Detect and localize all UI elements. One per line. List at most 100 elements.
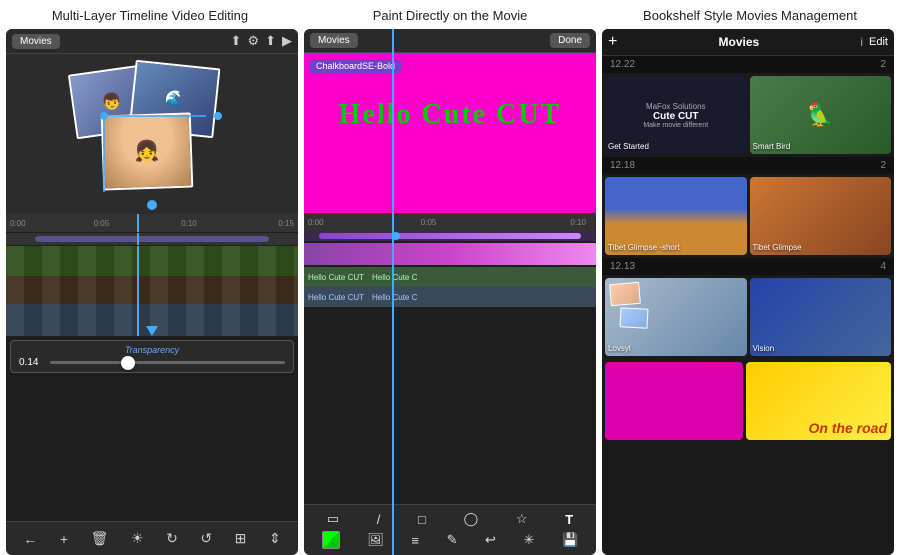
s1-import-icon[interactable]: ⬆ — [231, 33, 242, 49]
track-2-playhead — [137, 276, 139, 304]
add-icon[interactable]: + — [60, 531, 68, 547]
s2-tools-row-2: 🖼 ≡ ✎ ↩ ✳ 💾 — [308, 531, 592, 549]
s2-done-button[interactable]: Done — [550, 33, 590, 48]
transparency-slider[interactable] — [50, 361, 285, 364]
s2-square-icon[interactable]: □ — [418, 512, 426, 527]
s1-settings-icon[interactable]: ⚙ — [247, 33, 259, 49]
s3-date-1222: 12.22 — [610, 59, 635, 70]
s2-color-swatch[interactable] — [322, 531, 340, 549]
s2-text-track-2: Hello Cute CUT Hello Cute C — [304, 287, 596, 307]
s2-topbar: Movies Done — [304, 29, 596, 53]
s3-thumb-vision[interactable]: Vision — [750, 278, 892, 356]
s3-section-1213: 12.13 4 Lovsyl Vision — [602, 258, 894, 359]
s1-play-icon[interactable]: ▶ — [282, 33, 292, 49]
s2-timeline: 0:00 0:05 0:10 Hello Cute CUT — [304, 213, 596, 504]
grid-icon[interactable]: ⊞ — [235, 530, 247, 547]
transparency-label: Transparency — [19, 345, 285, 355]
s2-text-icon[interactable]: T — [565, 512, 573, 527]
s3-add-button[interactable]: + — [608, 33, 617, 51]
s2-photo-icon[interactable]: 🖼 — [367, 532, 384, 548]
s2-scrubber[interactable] — [304, 231, 596, 241]
s1-movies-button[interactable]: Movies — [12, 34, 60, 49]
s1-share-icon[interactable]: ⬆ — [265, 33, 276, 49]
smart-bird-label: Smart Bird — [753, 142, 791, 151]
track-3 — [6, 304, 298, 336]
s3-section-1222: 12.22 2 MaFox Solutions Cute CUT Make mo… — [602, 56, 894, 157]
back-icon[interactable]: ← — [23, 531, 37, 547]
scrubber-range — [35, 236, 269, 242]
photo-3: 👧 — [101, 112, 194, 190]
s2-text-1a: Hello Cute CUT — [308, 273, 364, 282]
screen1-header: Multi-Layer Timeline Video Editing — [0, 8, 300, 23]
s2-sparkle-icon[interactable]: ✳ — [524, 532, 535, 548]
screen1: Movies ⬆ ⚙ ⬆ ▶ 👦 🌊 — [6, 29, 298, 555]
tibet2-label: Tibet Glimpse — [753, 243, 802, 252]
lovsyl-label: Lovsyl — [608, 344, 631, 353]
slider-thumb[interactable] — [121, 356, 135, 370]
s2-text-playhead-2 — [392, 287, 394, 307]
s1-topbar-icons: ⬆ ⚙ ⬆ ▶ — [231, 33, 292, 49]
s2-tick-1: 0:05 — [421, 218, 437, 227]
s3-count-1213: 4 — [880, 261, 886, 272]
ruler-tick-2: 0:10 — [181, 219, 197, 228]
screen3: + Movies i Edit 12.22 2 MaFox Solu — [602, 29, 894, 555]
vision-label: Vision — [753, 344, 775, 353]
transparency-row: 0.14 — [19, 357, 285, 368]
s1-timeline: 0:00 0:05 0:10 0:15 — [6, 214, 298, 521]
screen3-header: Bookshelf Style Movies Management — [600, 8, 900, 23]
s2-save-icon[interactable]: 💾 — [562, 532, 578, 548]
cute-cut-logo: MaFox Solutions Cute CUT Make movie diff… — [643, 102, 708, 129]
s2-oval-icon[interactable]: ◯ — [464, 511, 479, 527]
s3-thumb-lovsyl[interactable]: Lovsyl — [605, 278, 747, 356]
s2-pink-track — [304, 243, 596, 265]
s3-count-1222: 2 — [880, 59, 886, 70]
track-2 — [6, 276, 298, 304]
lovsyl-photos — [610, 283, 648, 328]
s2-tick-0: 0:00 — [308, 218, 324, 227]
s2-rect-icon[interactable]: ▭ — [327, 511, 339, 527]
tibet1-label: Tibet Glimpse -short — [608, 243, 680, 252]
s3-grid-bottom: On the road — [602, 359, 894, 443]
playhead — [137, 214, 139, 232]
s2-star-icon[interactable]: ☆ — [516, 511, 528, 527]
mini-photo-1 — [609, 282, 641, 307]
s3-topbar: + Movies i Edit — [602, 29, 894, 56]
s2-undo2-icon[interactable]: ↩ — [485, 532, 496, 548]
s3-thumb-tibet2[interactable]: Tibet Glimpse — [750, 177, 892, 255]
s3-thumb-cute-cut[interactable]: MaFox Solutions Cute CUT Make movie diff… — [605, 76, 747, 154]
scrubber[interactable] — [6, 233, 298, 245]
transparency-value: 0.14 — [19, 357, 44, 368]
s3-date-1213: 12.13 — [610, 261, 635, 272]
s3-thumb-smart-bird[interactable]: 🦜 Smart Bird — [750, 76, 892, 154]
s3-header-1213: 12.13 4 — [602, 258, 894, 275]
s2-scrubber-range — [319, 233, 582, 239]
s3-date-1218: 12.18 — [610, 160, 635, 171]
selection-handle-tr[interactable] — [214, 112, 222, 120]
s3-thumb-magenta[interactable] — [605, 362, 743, 440]
s3-thumb-on-road[interactable]: On the road — [746, 362, 892, 440]
redo-icon[interactable]: ↻ — [166, 530, 178, 547]
screen2: Movies Done ChalkboardSE-Bold Hello Cute… — [304, 29, 596, 555]
s2-text-track-1: Hello Cute CUT Hello Cute C — [304, 267, 596, 287]
arrange-icon[interactable]: ⇕ — [269, 530, 281, 547]
s2-brush-icon[interactable]: ✎ — [447, 532, 458, 548]
s3-info-button[interactable]: i — [860, 35, 863, 49]
s2-list-icon[interactable]: ≡ — [411, 533, 419, 548]
s2-text-2a: Hello Cute CUT — [308, 293, 364, 302]
brightness-icon[interactable]: ☀ — [131, 530, 144, 547]
ruler-tick-1: 0:05 — [94, 219, 110, 228]
s1-topbar: Movies ⬆ ⚙ ⬆ ▶ — [6, 29, 298, 54]
undo-icon[interactable]: ↺ — [200, 530, 212, 547]
s2-movies-button[interactable]: Movies — [310, 33, 358, 48]
delete-icon[interactable]: 🗑 — [91, 530, 109, 547]
s3-content: 12.22 2 MaFox Solutions Cute CUT Make mo… — [602, 56, 894, 555]
triangle-marker — [146, 326, 158, 336]
s2-ruler: 0:00 0:05 0:10 — [304, 213, 596, 231]
s3-section-bottom: On the road — [602, 359, 894, 443]
s3-edit-button[interactable]: Edit — [869, 36, 888, 48]
cute-cut-label: Get Started — [608, 142, 649, 151]
s2-text-1b: Hello Cute C — [372, 273, 417, 282]
s2-pen-icon[interactable]: / — [377, 512, 381, 527]
s3-thumb-tibet1[interactable]: Tibet Glimpse -short — [605, 177, 747, 255]
ruler-tick-0: 0:00 — [10, 219, 26, 228]
